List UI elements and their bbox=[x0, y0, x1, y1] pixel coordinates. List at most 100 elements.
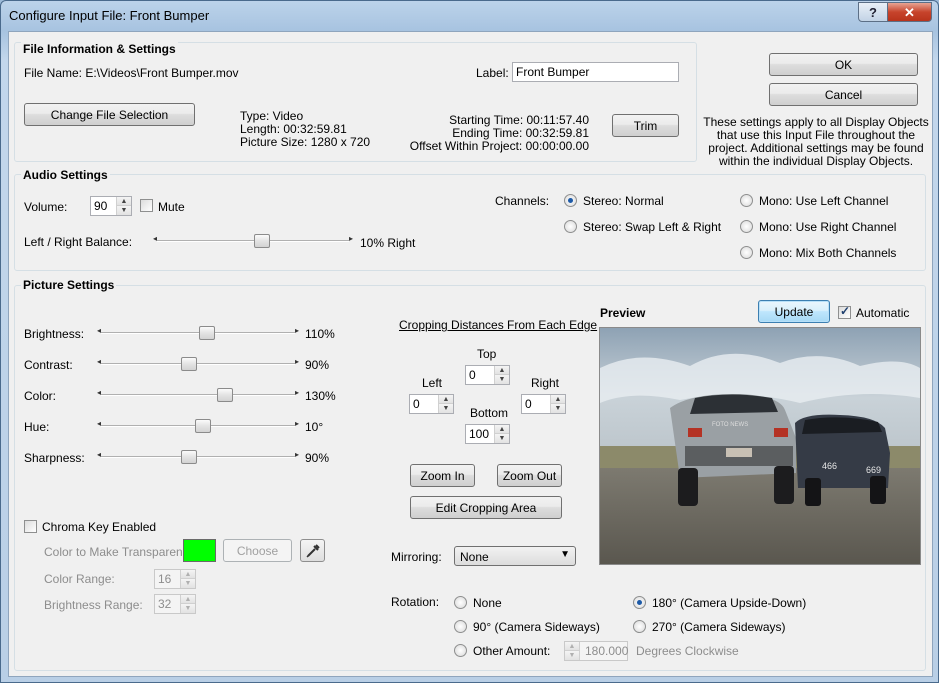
spin-down-icon[interactable]: ▼ bbox=[495, 375, 509, 384]
volume-label: Volume: bbox=[24, 200, 67, 214]
update-preview-button[interactable]: Update bbox=[758, 300, 830, 323]
file-length-text: Length: 00:32:59.81 bbox=[240, 122, 347, 136]
crop-left-label: Left bbox=[422, 376, 442, 390]
channel-mono-right-label: Mono: Use Right Channel bbox=[759, 220, 896, 234]
crop-left-arrows[interactable]: ▲▼ bbox=[438, 395, 453, 413]
rotation-180-radio[interactable] bbox=[633, 596, 646, 609]
picture-slider[interactable]: ◂ ▸ bbox=[97, 356, 299, 372]
choose-color-button[interactable]: Choose bbox=[223, 539, 292, 562]
window-title: Configure Input File: Front Bumper bbox=[9, 8, 209, 23]
preview-image: FOTO NEWS 466 669 bbox=[599, 327, 921, 565]
picture-slider[interactable]: ◂ ▸ bbox=[97, 418, 299, 434]
balance-slider[interactable]: ◂ ▸ bbox=[153, 233, 353, 249]
crop-bottom-spinner[interactable]: 100 ▲▼ bbox=[465, 424, 510, 444]
cropping-title: Cropping Distances From Each Edge bbox=[399, 318, 597, 332]
spin-down-icon[interactable]: ▼ bbox=[439, 404, 453, 413]
rotation-amount-spinner[interactable]: ▲▼ 180.000 bbox=[564, 641, 628, 661]
balance-slider-thumb[interactable] bbox=[254, 234, 270, 248]
transparent-color-label: Color to Make Transparent: bbox=[44, 545, 189, 559]
edit-cropping-area-button[interactable]: Edit Cropping Area bbox=[410, 496, 562, 519]
channel-mono-right-radio[interactable] bbox=[740, 220, 753, 233]
picture-slider-thumb[interactable] bbox=[195, 419, 211, 433]
spin-up-icon[interactable]: ▲ bbox=[551, 395, 565, 404]
title-bar[interactable]: Configure Input File: Front Bumper ? ✕ bbox=[1, 1, 938, 31]
zoom-out-button[interactable]: Zoom Out bbox=[497, 464, 562, 487]
cancel-button[interactable]: Cancel bbox=[769, 83, 918, 106]
channel-stereo-normal-label: Stereo: Normal bbox=[583, 194, 664, 208]
rotation-amount-arrows[interactable]: ▲▼ bbox=[565, 642, 580, 660]
close-button[interactable]: ✕ bbox=[887, 2, 932, 22]
rotation-270-radio[interactable] bbox=[633, 620, 646, 633]
slider-track bbox=[157, 240, 349, 242]
spin-up-icon[interactable]: ▲ bbox=[495, 425, 509, 434]
mirroring-select[interactable]: None ▼ bbox=[454, 546, 576, 566]
crop-top-arrows[interactable]: ▲▼ bbox=[494, 366, 509, 384]
slider-right-arrow-icon[interactable]: ▸ bbox=[295, 388, 299, 397]
spin-up-icon[interactable]: ▲ bbox=[495, 366, 509, 375]
chevron-down-icon: ▼ bbox=[560, 549, 570, 560]
picture-slider-thumb[interactable] bbox=[217, 388, 233, 402]
rotation-90-radio[interactable] bbox=[454, 620, 467, 633]
mute-checkbox[interactable] bbox=[140, 199, 153, 212]
crop-right-label: Right bbox=[531, 376, 559, 390]
spin-down-icon[interactable]: ▼ bbox=[181, 579, 195, 588]
spin-up-icon[interactable]: ▲ bbox=[117, 197, 131, 206]
spin-down-icon[interactable]: ▼ bbox=[565, 651, 579, 660]
color-range-arrows[interactable]: ▲▼ bbox=[180, 570, 195, 588]
rotation-none-radio[interactable] bbox=[454, 596, 467, 609]
color-range-spinner[interactable]: 16 ▲▼ bbox=[154, 569, 196, 589]
automatic-checkbox[interactable] bbox=[838, 306, 851, 319]
crop-top-spinner[interactable]: 0 ▲▼ bbox=[465, 365, 510, 385]
chroma-key-label: Chroma Key Enabled bbox=[42, 520, 156, 534]
plate-right-text: 669 bbox=[866, 465, 881, 475]
channel-stereo-normal-radio[interactable] bbox=[564, 194, 577, 207]
brightness-range-arrows[interactable]: ▲▼ bbox=[180, 595, 195, 613]
mirroring-value: None bbox=[460, 550, 489, 564]
channel-stereo-swap-radio[interactable] bbox=[564, 220, 577, 233]
crop-bottom-arrows[interactable]: ▲▼ bbox=[494, 425, 509, 443]
eyedropper-button[interactable] bbox=[300, 539, 325, 562]
picture-slider[interactable]: ◂ ▸ bbox=[97, 387, 299, 403]
channel-mono-left-radio[interactable] bbox=[740, 194, 753, 207]
spin-down-icon[interactable]: ▼ bbox=[181, 604, 195, 613]
slider-track bbox=[101, 332, 295, 334]
change-file-selection-button[interactable]: Change File Selection bbox=[24, 103, 195, 126]
volume-spinner[interactable]: 90 ▲▼ bbox=[90, 196, 132, 216]
audio-settings-title: Audio Settings bbox=[21, 168, 110, 182]
transparent-color-swatch[interactable] bbox=[183, 539, 216, 562]
channel-mono-mix-radio[interactable] bbox=[740, 246, 753, 259]
slider-right-arrow-icon[interactable]: ▸ bbox=[295, 419, 299, 428]
help-button[interactable]: ? bbox=[858, 2, 888, 22]
crop-right-arrows[interactable]: ▲▼ bbox=[550, 395, 565, 413]
picture-slider-value: 90% bbox=[305, 358, 329, 372]
plate-left-text: 466 bbox=[822, 461, 837, 471]
trim-button[interactable]: Trim bbox=[612, 114, 679, 137]
chroma-key-checkbox[interactable] bbox=[24, 520, 37, 533]
slider-right-arrow-icon[interactable]: ▸ bbox=[349, 234, 353, 243]
spin-down-icon[interactable]: ▼ bbox=[495, 434, 509, 443]
slider-right-arrow-icon[interactable]: ▸ bbox=[295, 450, 299, 459]
picture-slider[interactable]: ◂ ▸ bbox=[97, 449, 299, 465]
volume-spinner-arrows[interactable]: ▲▼ bbox=[116, 197, 131, 215]
picture-slider-thumb[interactable] bbox=[181, 357, 197, 371]
brightness-range-spinner[interactable]: 32 ▲▼ bbox=[154, 594, 196, 614]
picture-slider-label: Contrast: bbox=[24, 358, 73, 372]
spin-up-icon[interactable]: ▲ bbox=[181, 595, 195, 604]
label-input[interactable] bbox=[512, 62, 679, 82]
spin-up-icon[interactable]: ▲ bbox=[181, 570, 195, 579]
spin-up-icon[interactable]: ▲ bbox=[439, 395, 453, 404]
slider-right-arrow-icon[interactable]: ▸ bbox=[295, 357, 299, 366]
spin-up-icon[interactable]: ▲ bbox=[565, 642, 579, 651]
spin-down-icon[interactable]: ▼ bbox=[551, 404, 565, 413]
zoom-in-button[interactable]: Zoom In bbox=[410, 464, 475, 487]
picture-slider-thumb[interactable] bbox=[199, 326, 215, 340]
crop-left-spinner[interactable]: 0 ▲▼ bbox=[409, 394, 454, 414]
picture-slider[interactable]: ◂ ▸ bbox=[97, 325, 299, 341]
crop-right-spinner[interactable]: 0 ▲▼ bbox=[521, 394, 566, 414]
slider-right-arrow-icon[interactable]: ▸ bbox=[295, 326, 299, 335]
label-caption: Label: bbox=[476, 66, 509, 80]
spin-down-icon[interactable]: ▼ bbox=[117, 206, 131, 215]
picture-slider-thumb[interactable] bbox=[181, 450, 197, 464]
ok-button[interactable]: OK bbox=[769, 53, 918, 76]
rotation-other-radio[interactable] bbox=[454, 644, 467, 657]
